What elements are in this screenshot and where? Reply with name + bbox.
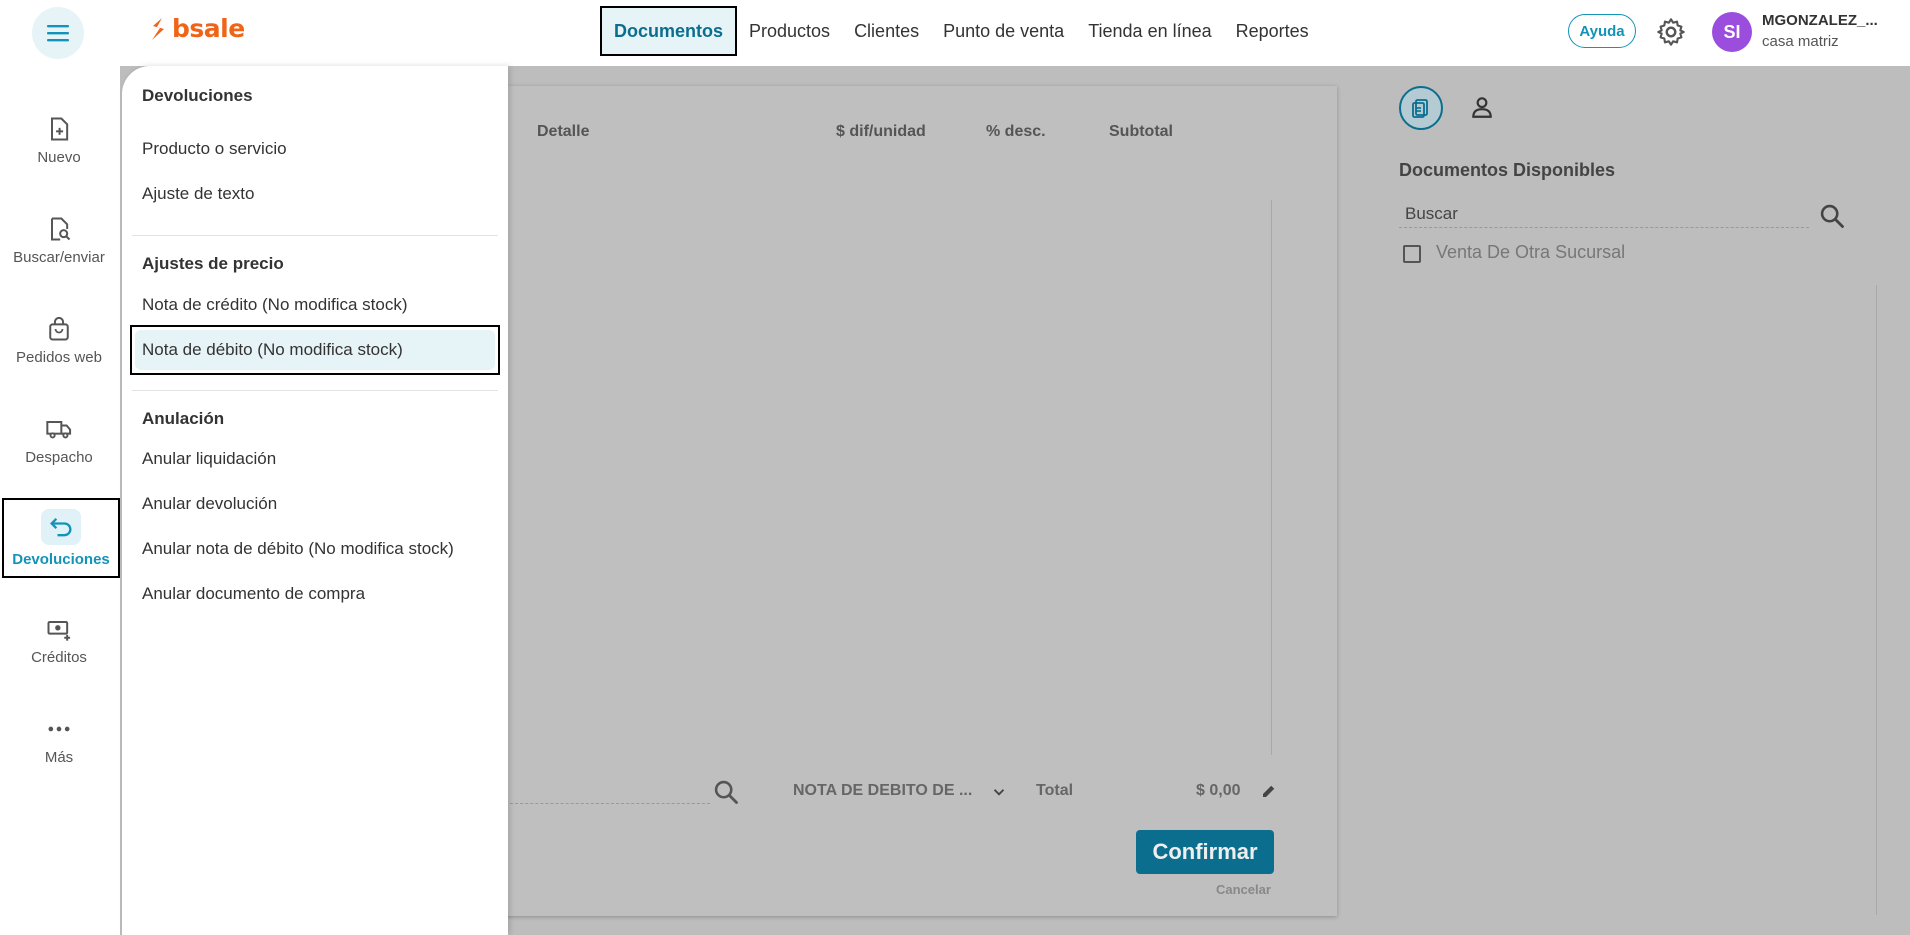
sidebar-item-pedidos-web[interactable]: Pedidos web [0, 300, 118, 380]
nav-punto-de-venta[interactable]: Punto de venta [931, 6, 1076, 56]
document-type-select[interactable]: NOTA DE DEBITO DE ... [793, 782, 972, 800]
menu-item-anular-nota-de-debito[interactable]: Anular nota de débito (No modifica stock… [130, 526, 500, 572]
cancel-link[interactable]: Cancelar [1216, 882, 1271, 897]
money-icon [47, 620, 71, 641]
pencil-icon[interactable] [1260, 782, 1278, 800]
sidebar: Nuevo Buscar/enviar Pedidos web Despacho… [0, 66, 120, 935]
user-name[interactable]: MGONZALEZ_... [1762, 12, 1878, 29]
avatar[interactable]: SI [1712, 12, 1752, 52]
truck-icon [46, 420, 72, 438]
available-documents-search[interactable]: Buscar [1399, 200, 1809, 228]
bsale-logo[interactable]: bsale [148, 14, 245, 43]
shopping-bag-icon [49, 316, 69, 340]
documents-icon [1412, 99, 1428, 118]
return-icon-wrap [41, 508, 81, 545]
hamburger-icon [47, 25, 69, 42]
column-dif-unidad: $ dif/unidad [836, 123, 926, 140]
gear-icon[interactable] [1655, 16, 1687, 48]
documents-tab[interactable] [1399, 86, 1443, 130]
sidebar-item-buscar-enviar[interactable]: Buscar/enviar [0, 200, 118, 280]
divider-line [1876, 285, 1877, 915]
menu-button[interactable] [32, 7, 84, 59]
sidebar-item-mas[interactable]: Más [0, 700, 118, 780]
nav-documentos[interactable]: Documentos [600, 6, 738, 56]
total-label: Total [1036, 782, 1074, 799]
menu-section-ajustes-de-precio: Ajustes de precio [142, 254, 284, 273]
sidebar-item-label: Créditos [31, 648, 87, 666]
logo-text: bsale [172, 14, 245, 43]
menu-item-anular-liquidacion[interactable]: Anular liquidación [130, 436, 500, 482]
menu-item-ajuste-de-texto[interactable]: Ajuste de texto [130, 171, 500, 217]
sidebar-item-label: Despacho [25, 448, 93, 466]
menu-item-producto-o-servicio[interactable]: Producto o servicio [130, 126, 500, 172]
help-button[interactable]: Ayuda [1568, 14, 1636, 48]
sidebar-item-nuevo[interactable]: Nuevo [0, 100, 118, 180]
sidebar-item-label: Buscar/enviar [13, 248, 105, 266]
sidebar-item-devoluciones[interactable]: Devoluciones [2, 498, 120, 578]
user-branch: casa matriz [1762, 33, 1839, 50]
new-document-icon [51, 117, 69, 140]
menu-item-nota-de-debito[interactable]: Nota de débito (No modifica stock) [130, 325, 500, 375]
nav-tienda-en-linea[interactable]: Tienda en línea [1076, 6, 1223, 56]
menu-divider [132, 390, 498, 391]
total-value: $ 0,00 [1196, 782, 1241, 799]
more-dots-icon [48, 726, 70, 731]
menu-item-anular-devolucion[interactable]: Anular devolución [130, 481, 500, 527]
search-icon[interactable] [1818, 202, 1846, 230]
confirm-button[interactable]: Confirmar [1136, 830, 1274, 874]
sidebar-item-label: Nuevo [37, 148, 81, 166]
search-icon[interactable] [712, 778, 740, 806]
menu-item-label: Nota de débito (No modifica stock) [135, 330, 495, 370]
person-icon[interactable] [1469, 94, 1495, 120]
menu-section-anulacion: Anulación [142, 409, 225, 428]
product-search-input[interactable] [505, 803, 710, 804]
nav-reportes[interactable]: Reportes [1224, 6, 1321, 56]
menu-divider [132, 235, 498, 236]
chevron-down-icon[interactable] [990, 783, 1008, 801]
main-nav: Documentos Productos Clientes Punto de v… [600, 6, 1321, 56]
devoluciones-menu: Devoluciones Producto o servicio Ajuste … [122, 66, 508, 935]
menu-item-nota-de-credito[interactable]: Nota de crédito (No modifica stock) [130, 282, 500, 328]
column-desc: % desc. [986, 123, 1046, 140]
sidebar-item-label: Pedidos web [16, 348, 102, 366]
nav-clientes[interactable]: Clientes [842, 6, 931, 56]
divider-line [1271, 200, 1272, 755]
column-subtotal: Subtotal [1109, 123, 1173, 140]
menu-item-anular-documento-de-compra[interactable]: Anular documento de compra [130, 571, 500, 617]
available-documents-title: Documentos Disponibles [1399, 160, 1616, 180]
sidebar-item-creditos[interactable]: Créditos [0, 600, 118, 680]
nav-productos[interactable]: Productos [737, 6, 842, 56]
top-bar: bsale Documentos Productos Clientes Punt… [0, 0, 1910, 66]
bsale-logo-icon [152, 17, 164, 40]
column-detalle: Detalle [537, 123, 590, 140]
other-branch-checkbox[interactable] [1403, 245, 1421, 263]
search-document-icon [51, 217, 71, 240]
menu-section-devoluciones: Devoluciones [142, 86, 253, 105]
sidebar-item-label: Devoluciones [12, 550, 110, 568]
return-arrow-icon [50, 517, 72, 536]
sidebar-item-label: Más [44, 748, 74, 766]
sidebar-item-despacho[interactable]: Despacho [0, 400, 118, 480]
other-branch-label: Venta De Otra Sucursal [1436, 242, 1626, 262]
